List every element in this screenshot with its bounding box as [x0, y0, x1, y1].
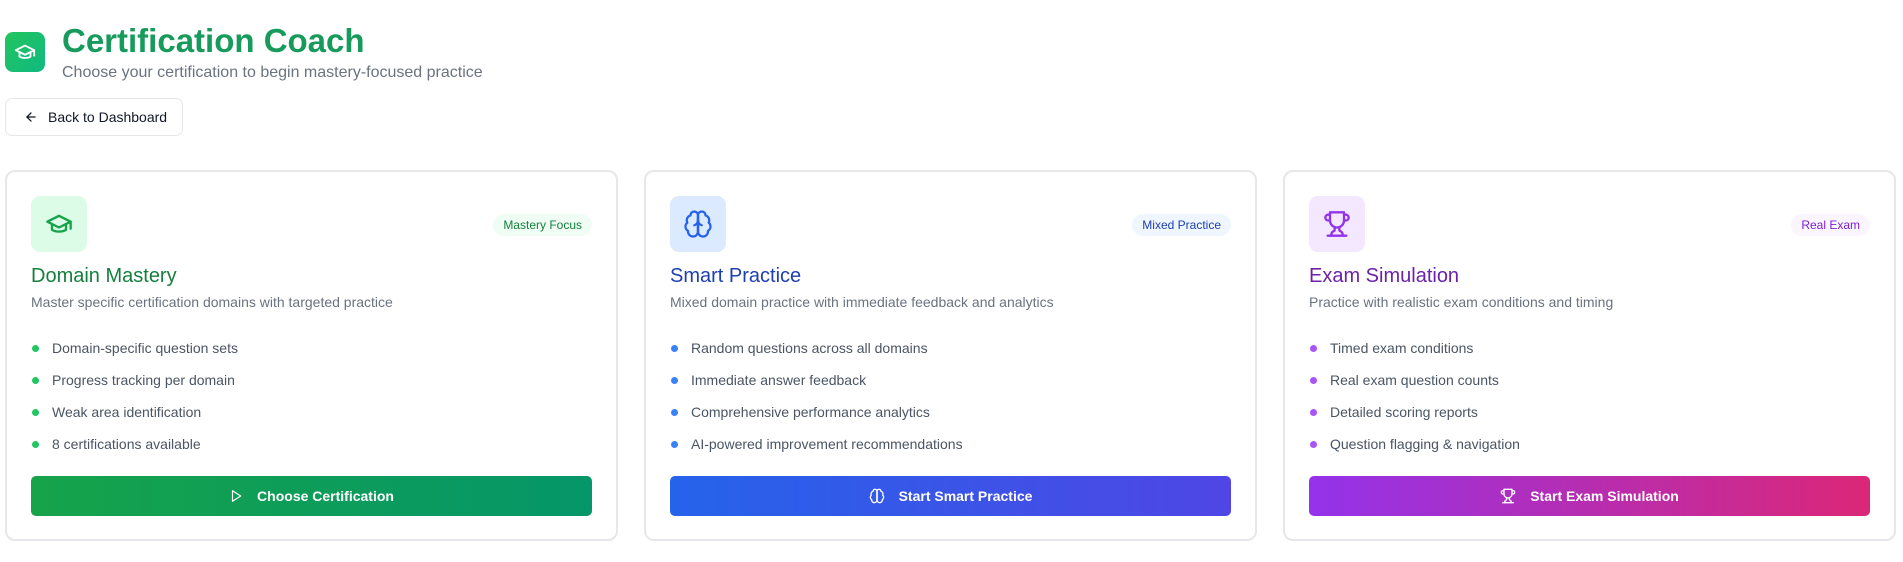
- list-item: Immediate answer feedback: [670, 364, 1231, 396]
- graduation-cap-icon: [5, 32, 45, 72]
- certification-coach-page: Certification Coach Choose your certific…: [0, 0, 1903, 562]
- list-item: Detailed scoring reports: [1309, 396, 1870, 428]
- feature-label: Random questions across all domains: [691, 340, 928, 356]
- trophy-icon: [1309, 196, 1365, 252]
- title-group: Certification Coach Choose your certific…: [62, 22, 483, 82]
- mode-cards: Mastery Focus Domain Mastery Master spec…: [5, 170, 1896, 541]
- feature-label: Immediate answer feedback: [691, 372, 867, 388]
- arrow-left-icon: [26, 112, 36, 122]
- feature-list: Domain-specific question sets Progress t…: [31, 332, 592, 460]
- back-button-label: Back to Dashboard: [48, 109, 168, 125]
- feature-label: Weak area identification: [52, 404, 202, 420]
- feature-label: Real exam question counts: [1330, 372, 1499, 388]
- card-smart-practice[interactable]: Mixed Practice Smart Practice Mixed doma…: [644, 170, 1257, 541]
- card-description: Practice with realistic exam conditions …: [1309, 294, 1614, 310]
- card-description: Mixed domain practice with immediate fee…: [670, 294, 1054, 310]
- status-badge: Mastery Focus: [493, 214, 592, 236]
- action-label: Choose Certification: [257, 488, 394, 504]
- feature-list: Random questions across all domains Imme…: [670, 332, 1231, 460]
- card-title: Smart Practice: [670, 265, 802, 287]
- start-exam-simulation-button[interactable]: Start Exam Simulation: [1309, 476, 1870, 516]
- bullet-dot-icon: [671, 344, 678, 352]
- trophy-icon: [1500, 488, 1516, 504]
- card-title: Exam Simulation: [1309, 265, 1460, 287]
- feature-label: Question flagging & navigation: [1330, 436, 1520, 452]
- status-badge: Mixed Practice: [1132, 214, 1231, 236]
- bullet-dot-icon: [1310, 344, 1317, 352]
- feature-label: Detailed scoring reports: [1330, 404, 1478, 420]
- brain-icon: [869, 488, 884, 504]
- bullet-dot-icon: [1310, 440, 1317, 448]
- card-title: Domain Mastery: [31, 265, 177, 287]
- action-label: Start Smart Practice: [898, 488, 1033, 504]
- bullet-dot-icon: [1310, 376, 1317, 384]
- page-title: Certification Coach: [62, 22, 365, 59]
- list-item: AI-powered improvement recommendations: [670, 428, 1231, 460]
- status-badge: Real Exam: [1791, 214, 1870, 236]
- list-item: Domain-specific question sets: [31, 332, 592, 364]
- bullet-dot-icon: [32, 408, 39, 416]
- bullet-dot-icon: [671, 408, 678, 416]
- choose-certification-button[interactable]: Choose Certification: [31, 476, 592, 516]
- back-to-dashboard-button[interactable]: Back to Dashboard: [5, 98, 183, 136]
- list-item: Question flagging & navigation: [1309, 428, 1870, 460]
- feature-label: Progress tracking per domain: [52, 372, 235, 388]
- feature-label: 8 certifications available: [52, 436, 201, 452]
- card-domain-mastery[interactable]: Mastery Focus Domain Mastery Master spec…: [5, 170, 618, 541]
- list-item: Timed exam conditions: [1309, 332, 1870, 364]
- page-subtitle: Choose your certification to begin maste…: [62, 64, 483, 81]
- list-item: Comprehensive performance analytics: [670, 396, 1231, 428]
- list-item: Weak area identification: [31, 396, 592, 428]
- card-exam-simulation[interactable]: Real Exam Exam Simulation Practice with …: [1283, 170, 1896, 541]
- start-smart-practice-button[interactable]: Start Smart Practice: [670, 476, 1231, 516]
- play-icon: [231, 490, 242, 502]
- card-description: Master specific certification domains wi…: [31, 294, 393, 310]
- bullet-dot-icon: [671, 376, 678, 384]
- feature-list: Timed exam conditions Real exam question…: [1309, 332, 1870, 460]
- bullet-dot-icon: [32, 440, 39, 448]
- list-item: 8 certifications available: [31, 428, 592, 460]
- feature-label: AI-powered improvement recommendations: [691, 436, 963, 452]
- bullet-dot-icon: [1310, 408, 1317, 416]
- bullet-dot-icon: [671, 440, 678, 448]
- feature-label: Timed exam conditions: [1330, 340, 1474, 356]
- feature-label: Domain-specific question sets: [52, 340, 238, 356]
- list-item: Real exam question counts: [1309, 364, 1870, 396]
- bullet-dot-icon: [32, 344, 39, 352]
- feature-label: Comprehensive performance analytics: [691, 404, 930, 420]
- bullet-dot-icon: [32, 376, 39, 384]
- action-label: Start Exam Simulation: [1530, 488, 1679, 504]
- list-item: Progress tracking per domain: [31, 364, 592, 396]
- brain-icon: [670, 196, 726, 252]
- page-header: Certification Coach Choose your certific…: [5, 22, 483, 82]
- graduation-cap-icon: [31, 196, 87, 252]
- list-item: Random questions across all domains: [670, 332, 1231, 364]
